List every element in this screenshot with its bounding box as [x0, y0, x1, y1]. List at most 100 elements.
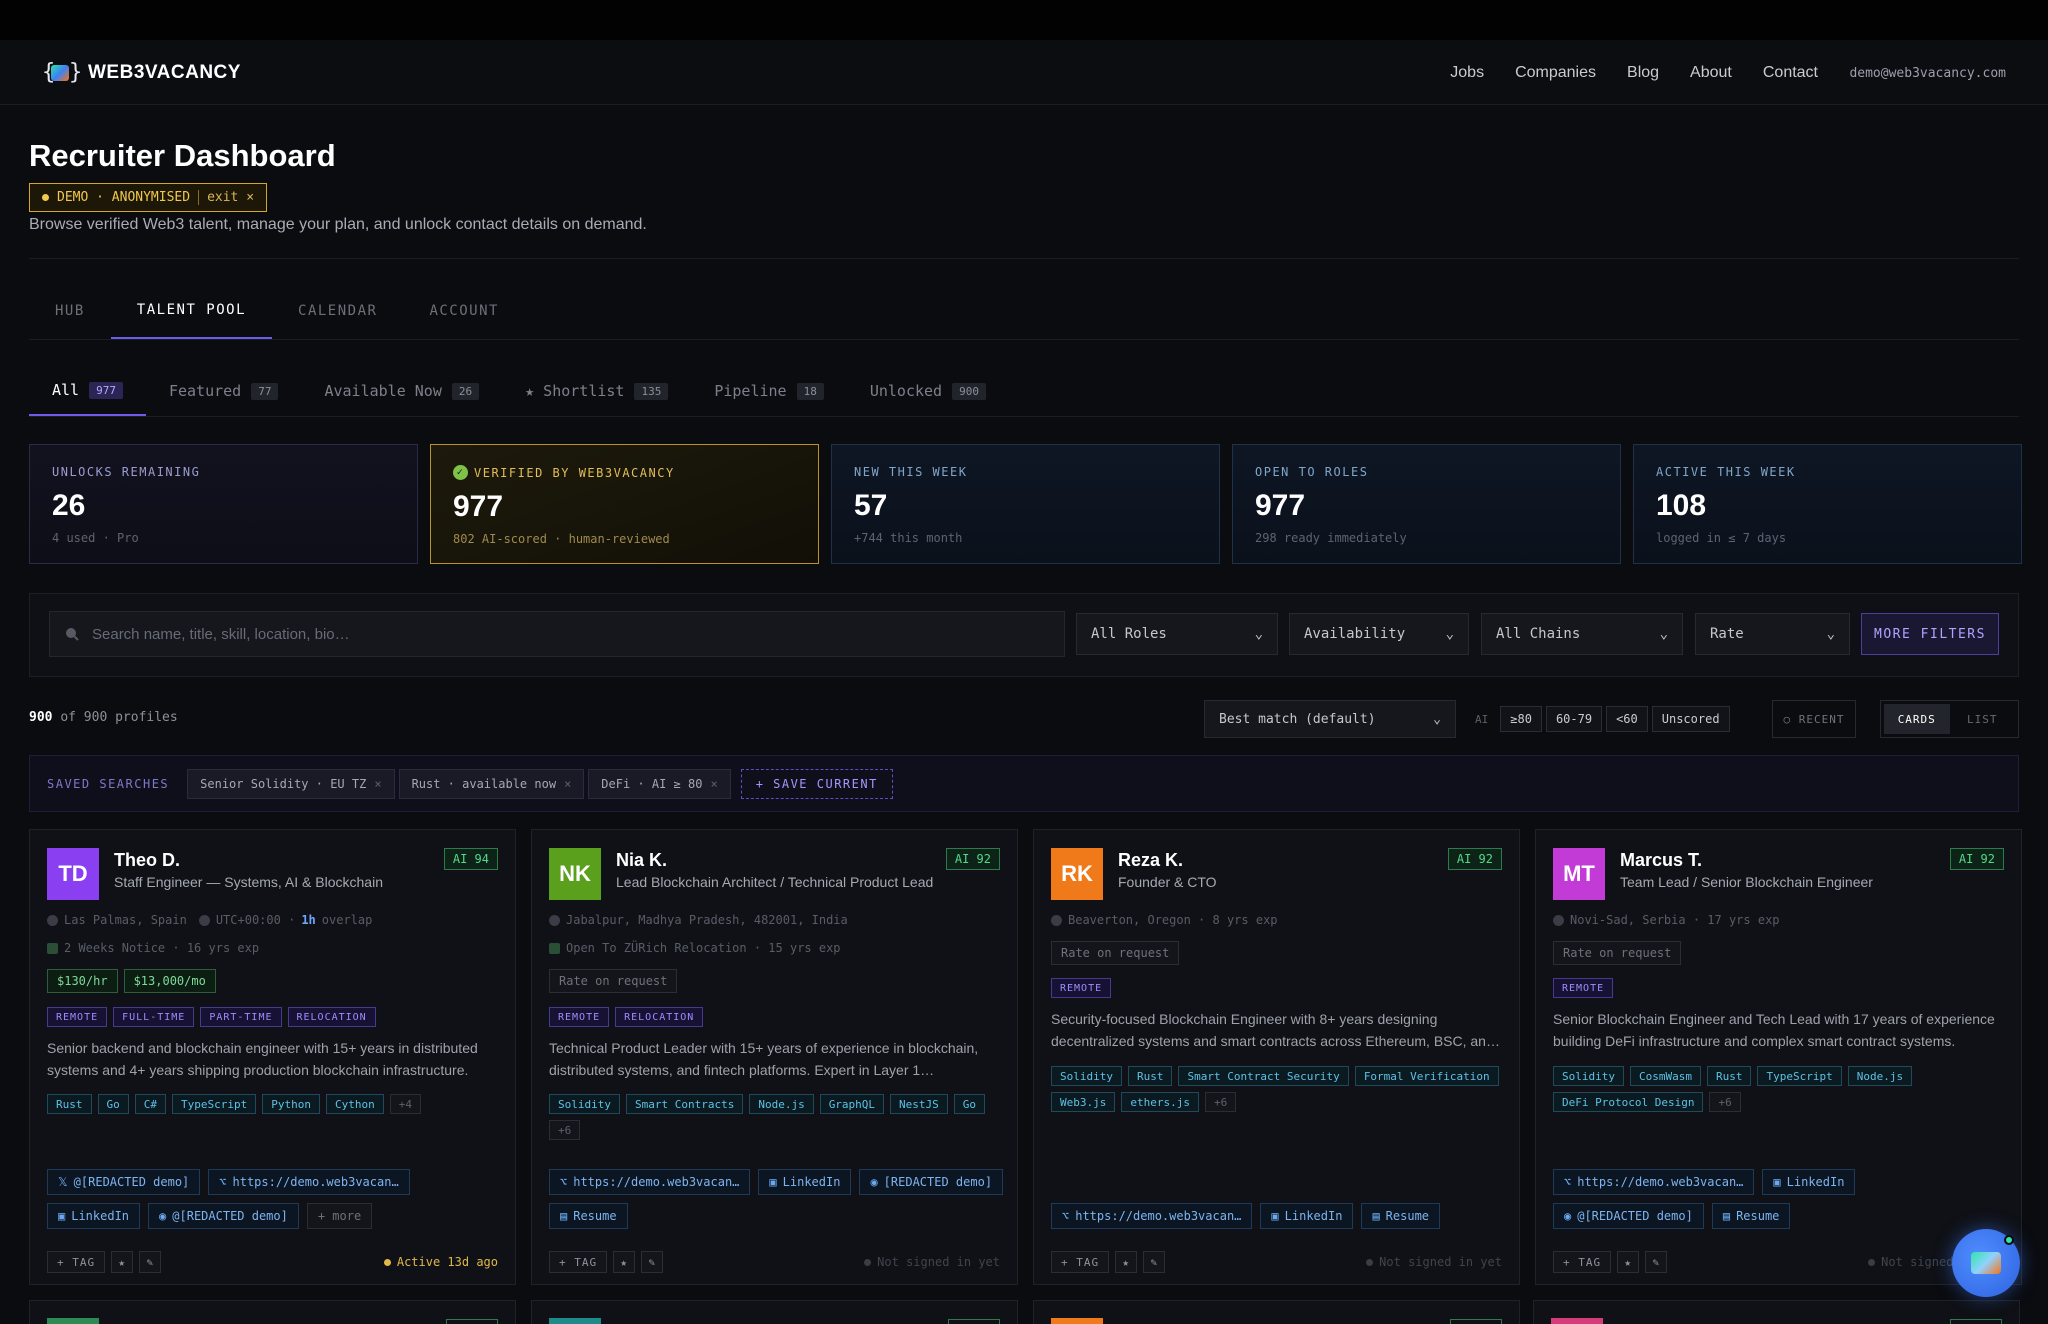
resume-link[interactable]: ▤ Resume: [1711, 1203, 1791, 1229]
subtab-shortlist[interactable]: ★ Shortlist 135: [502, 366, 691, 416]
github-link[interactable]: ⌥ https://demo.web3vacan…: [549, 1169, 751, 1195]
candidate-card[interactable]: MT Marcus T. Team Lead / Senior Blockcha…: [1535, 829, 2022, 1285]
exit-demo-button[interactable]: exit ×: [198, 190, 254, 205]
candidate-name[interactable]: Theo D.: [114, 850, 180, 871]
subtab-unlocked[interactable]: Unlocked 900: [847, 366, 1009, 416]
ai-score-badge: [948, 1319, 1000, 1324]
telegram-link[interactable]: ◉ @[REDACTED demo]: [148, 1203, 299, 1229]
work-type-tags: REMOTE: [1553, 978, 2003, 998]
nav-link-about[interactable]: About: [1690, 64, 1732, 82]
star-icon[interactable]: ★: [1617, 1251, 1640, 1273]
candidate-card[interactable]: NK Nia K. Lead Blockchain Architect / Te…: [531, 829, 1018, 1285]
candidate-name[interactable]: Nia K.: [616, 850, 667, 871]
subtab-pipeline[interactable]: Pipeline 18: [691, 366, 847, 416]
candidate-name[interactable]: Reza K.: [1118, 850, 1183, 871]
tab-talent-pool[interactable]: TALENT POOL: [110, 283, 273, 339]
candidate-card-next-row[interactable]: [1533, 1300, 2020, 1324]
chevron-down-icon: ⌄: [1826, 626, 1835, 642]
tab-account[interactable]: ACCOUNT: [403, 283, 525, 339]
nav-link-blog[interactable]: Blog: [1627, 64, 1659, 82]
whatsapp-link[interactable]: ◉ [REDACTED demo]: [859, 1169, 1004, 1195]
candidate-card[interactable]: TD Theo D. Staff Engineer — Systems, AI …: [29, 829, 516, 1285]
skill-tag: Web3.js: [1051, 1092, 1116, 1112]
stat-value: 26: [52, 489, 86, 522]
candidate-name[interactable]: Marcus T.: [1620, 850, 1702, 871]
linkedin-link[interactable]: ▣ LinkedIn: [758, 1169, 852, 1195]
close-icon[interactable]: ×: [564, 777, 571, 791]
ai-filter-under-60[interactable]: <60: [1606, 706, 1648, 732]
github-link[interactable]: ⌥ https://demo.web3vacan…: [1051, 1203, 1253, 1229]
stat-value: 977: [1255, 489, 1306, 522]
stat-sub: 4 used · Pro: [52, 531, 139, 545]
note-icon[interactable]: ✎: [139, 1251, 162, 1273]
linkedin-link[interactable]: ▣ LinkedIn: [1762, 1169, 1856, 1195]
assistant-chat-button[interactable]: [1952, 1229, 2020, 1297]
telegram-link[interactable]: ◉ @[REDACTED demo]: [1553, 1203, 1704, 1229]
add-tag-button[interactable]: + TAG: [549, 1251, 608, 1273]
candidate-location: Jabalpur, Madhya Pradesh, 482001, India: [549, 913, 848, 927]
note-icon[interactable]: ✎: [1645, 1251, 1668, 1273]
verified-check-icon: ✓: [453, 465, 468, 480]
nav-link-contact[interactable]: Contact: [1763, 64, 1818, 82]
ai-filter-60-79[interactable]: 60-79: [1545, 706, 1603, 732]
chains-select[interactable]: All Chains ⌄: [1481, 613, 1683, 655]
tab-calendar[interactable]: CALENDAR: [272, 283, 403, 339]
github-link[interactable]: ⌥ https://demo.web3vacan…: [208, 1169, 410, 1195]
subtab-all[interactable]: All 977: [29, 366, 146, 416]
more-skills-tag[interactable]: +6: [549, 1120, 581, 1140]
roles-select[interactable]: All Roles ⌄: [1076, 613, 1278, 655]
ai-filter-unscored[interactable]: Unscored: [1651, 706, 1730, 732]
candidate-card-next-row[interactable]: [29, 1300, 516, 1324]
more-skills-tag[interactable]: +6: [1709, 1092, 1741, 1112]
more-links-button[interactable]: + more: [306, 1203, 373, 1229]
close-icon[interactable]: ×: [710, 777, 717, 791]
resume-link[interactable]: ▤ Resume: [1361, 1203, 1441, 1229]
saved-search-chip[interactable]: Rust · available now ×: [398, 768, 585, 799]
star-icon[interactable]: ★: [1115, 1251, 1138, 1273]
add-tag-button[interactable]: + TAG: [1051, 1251, 1110, 1273]
candidate-card-next-row[interactable]: [1033, 1300, 1520, 1324]
account-email[interactable]: demo@web3vacancy.com: [1849, 66, 2006, 81]
hourly-rate: $130/hr: [47, 969, 118, 993]
search-input[interactable]: Search name, title, skill, location, bio…: [49, 611, 1065, 657]
subtab-available-now[interactable]: Available Now 26: [301, 366, 502, 416]
saved-search-chip[interactable]: Senior Solidity · EU TZ ×: [187, 768, 395, 799]
star-icon[interactable]: ★: [111, 1251, 134, 1273]
nav-link-jobs[interactable]: Jobs: [1450, 64, 1484, 82]
recent-toggle[interactable]: ○ RECENT: [1772, 700, 1856, 738]
ai-score-badge: [1950, 1319, 2002, 1324]
add-tag-button[interactable]: + TAG: [47, 1251, 106, 1273]
more-filters-button[interactable]: MORE FILTERS: [1861, 613, 1999, 655]
stat-value: 57: [854, 489, 888, 522]
close-icon[interactable]: ×: [374, 777, 381, 791]
candidate-card[interactable]: RK Reza K. Founder & CTO AI 92 Beaverton…: [1033, 829, 1520, 1285]
note-icon[interactable]: ✎: [1143, 1251, 1166, 1273]
ai-filter-80-plus[interactable]: ≥80: [1500, 706, 1542, 732]
more-skills-tag[interactable]: +6: [1204, 1092, 1237, 1112]
availability-select[interactable]: Availability ⌄: [1289, 613, 1469, 655]
view-cards-button[interactable]: CARDS: [1884, 704, 1950, 734]
linkedin-link[interactable]: ▣ LinkedIn: [1260, 1203, 1354, 1229]
note-icon[interactable]: ✎: [641, 1251, 664, 1273]
add-tag-button[interactable]: + TAG: [1553, 1251, 1612, 1273]
save-current-search-button[interactable]: + SAVE CURRENT: [740, 768, 893, 799]
nav-link-companies[interactable]: Companies: [1515, 64, 1596, 82]
linkedin-link[interactable]: ▣ LinkedIn: [47, 1203, 141, 1229]
brand[interactable]: {} WEB3VACANCY: [42, 60, 241, 86]
more-skills-tag[interactable]: +4: [389, 1094, 421, 1114]
sort-select[interactable]: Best match (default) ⌄: [1204, 700, 1456, 738]
candidate-card-next-row[interactable]: [531, 1300, 1018, 1324]
star-icon[interactable]: ★: [613, 1251, 636, 1273]
subtab-featured[interactable]: Featured 77: [146, 366, 302, 416]
view-list-button[interactable]: LIST: [1950, 704, 2016, 734]
github-link[interactable]: ⌥ https://demo.web3vacan…: [1553, 1169, 1755, 1195]
ai-score-badge: AI 92: [1447, 848, 1502, 870]
resume-link[interactable]: ▤ Resume: [549, 1203, 628, 1229]
rate-select[interactable]: Rate ⌄: [1695, 613, 1850, 655]
tab-hub[interactable]: HUB: [29, 283, 111, 339]
avatar: RK: [1051, 848, 1103, 900]
saved-search-chip[interactable]: DeFi · AI ≥ 80 ×: [588, 768, 731, 799]
x-profile-link[interactable]: 𝕏 @[REDACTED demo]: [47, 1169, 201, 1195]
work-type-tag: REMOTE: [1553, 978, 1614, 998]
candidate-role: Lead Blockchain Architect / Technical Pr…: [616, 874, 934, 890]
